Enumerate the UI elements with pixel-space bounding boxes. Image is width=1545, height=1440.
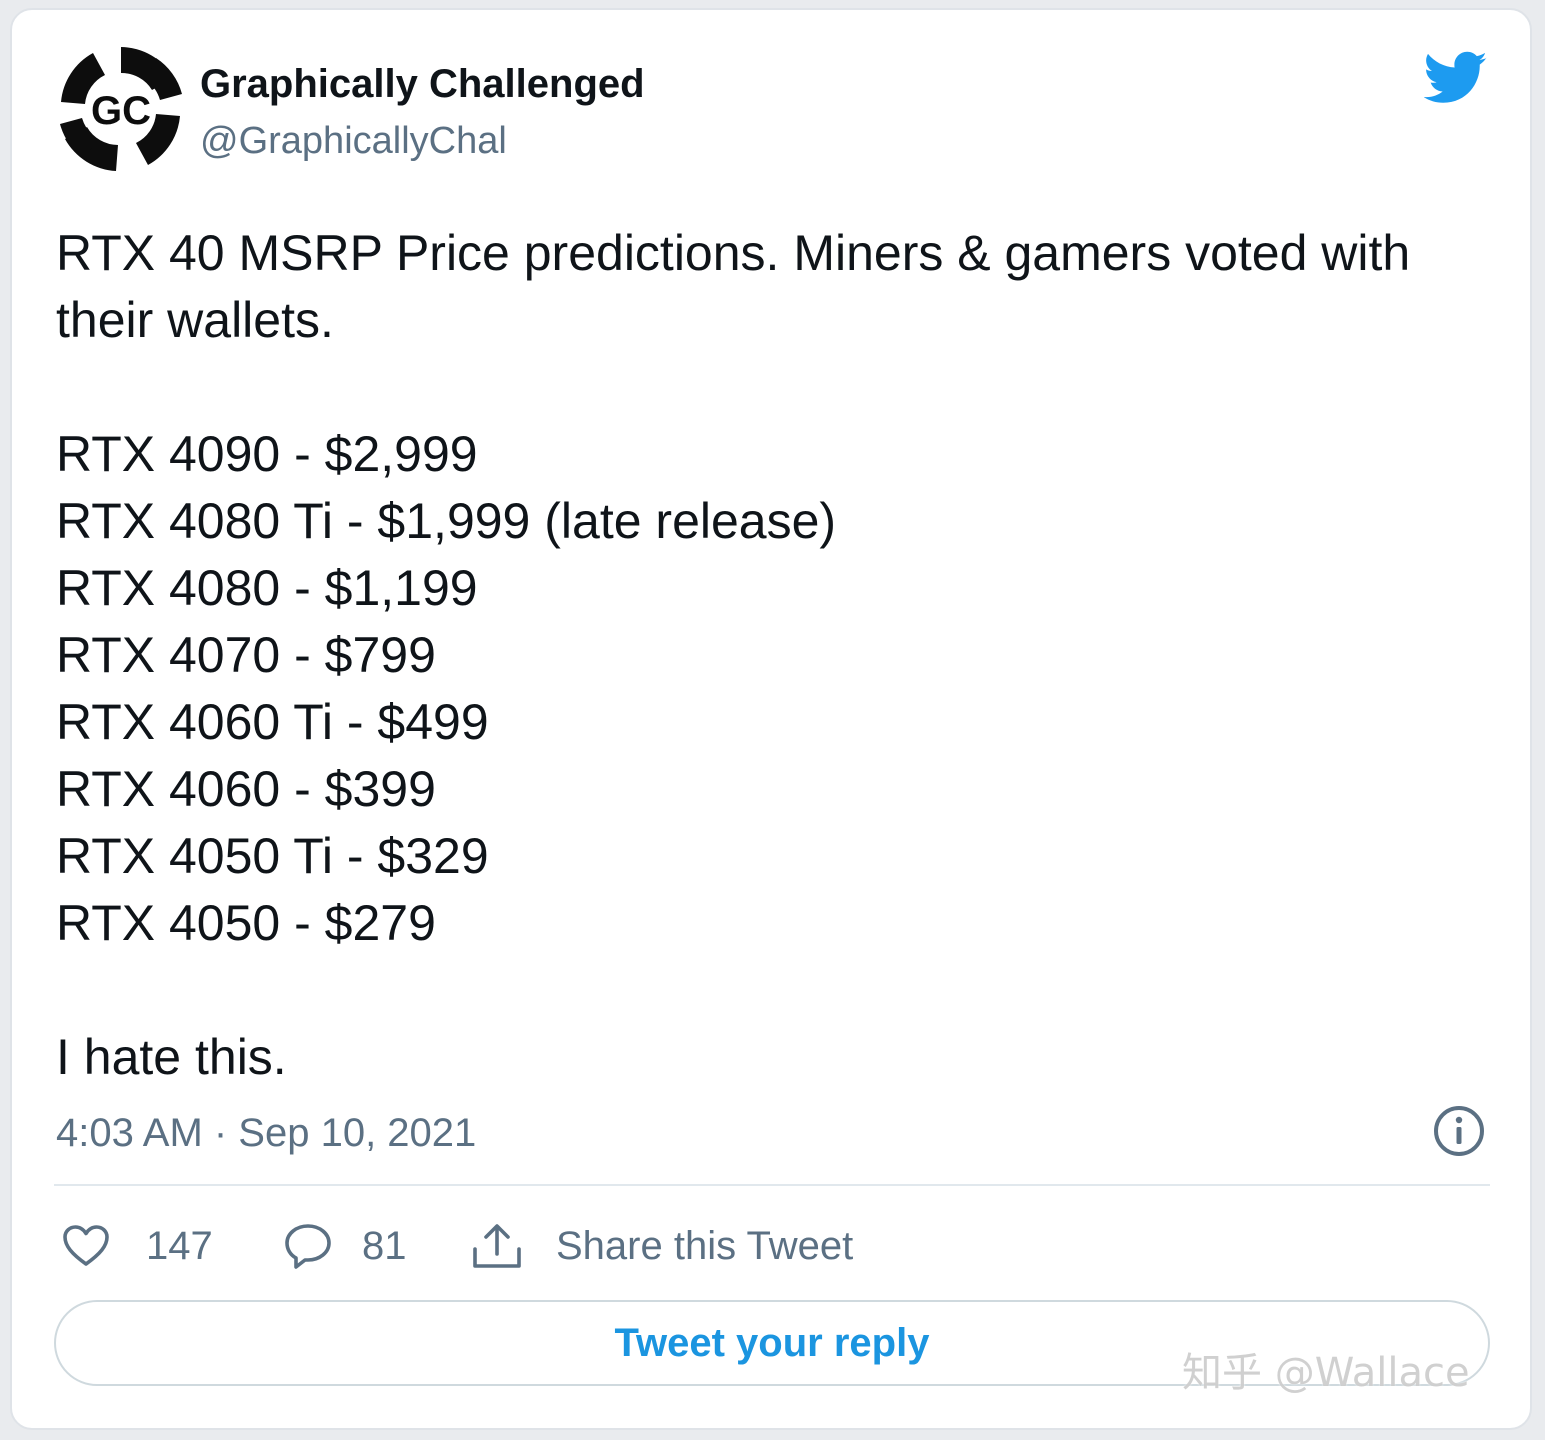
user-handle[interactable]: @GraphicallyChal (200, 116, 507, 166)
watermark: 知乎 @Wallace (1182, 1350, 1470, 1396)
twitter-logo (1423, 51, 1487, 103)
reply-count: 81 (362, 1223, 407, 1268)
like-count: 147 (146, 1223, 213, 1268)
info-glyph (1434, 1106, 1484, 1156)
share-button[interactable]: Share this Tweet (470, 1216, 853, 1276)
price-line: RTX 4060 Ti - $499 (56, 694, 489, 750)
tweet-timestamp[interactable]: 4:03 AM · Sep 10, 2021 (56, 1108, 476, 1158)
like-button[interactable]: 147 (62, 1216, 213, 1276)
tweet-card: GC Graphically Challenged @GraphicallyCh… (10, 8, 1532, 1430)
avatar-initials: GC (91, 89, 151, 133)
tweet-intro: RTX 40 MSRP Price predictions. Miners & … (56, 225, 1411, 348)
info-icon[interactable] (1432, 1104, 1486, 1158)
display-name[interactable]: Graphically Challenged (200, 58, 645, 110)
speech-bubble-icon (285, 1224, 331, 1269)
twitter-bird-icon[interactable] (1423, 50, 1488, 108)
reply-button[interactable]: 81 (284, 1216, 407, 1276)
price-line: RTX 4080 Ti - $1,999 (late release) (56, 493, 837, 549)
price-line: RTX 4050 - $279 (56, 895, 436, 951)
avatar[interactable]: GC (56, 44, 186, 174)
price-line: RTX 4060 - $399 (56, 761, 436, 817)
divider (54, 1184, 1490, 1186)
gc-logo-icon: GC (59, 47, 183, 171)
price-line: RTX 4090 - $2,999 (56, 426, 478, 482)
price-line: RTX 4050 Ti - $329 (56, 828, 489, 884)
share-upload-icon (473, 1224, 521, 1268)
tweet-closing: I hate this. (56, 1029, 287, 1085)
heart-icon (63, 1225, 109, 1266)
tweet-body: RTX 40 MSRP Price predictions. Miners & … (56, 220, 1476, 1091)
price-line: RTX 4070 - $799 (56, 627, 436, 683)
share-label: Share this Tweet (556, 1223, 854, 1268)
price-line: RTX 4080 - $1,199 (56, 560, 478, 616)
